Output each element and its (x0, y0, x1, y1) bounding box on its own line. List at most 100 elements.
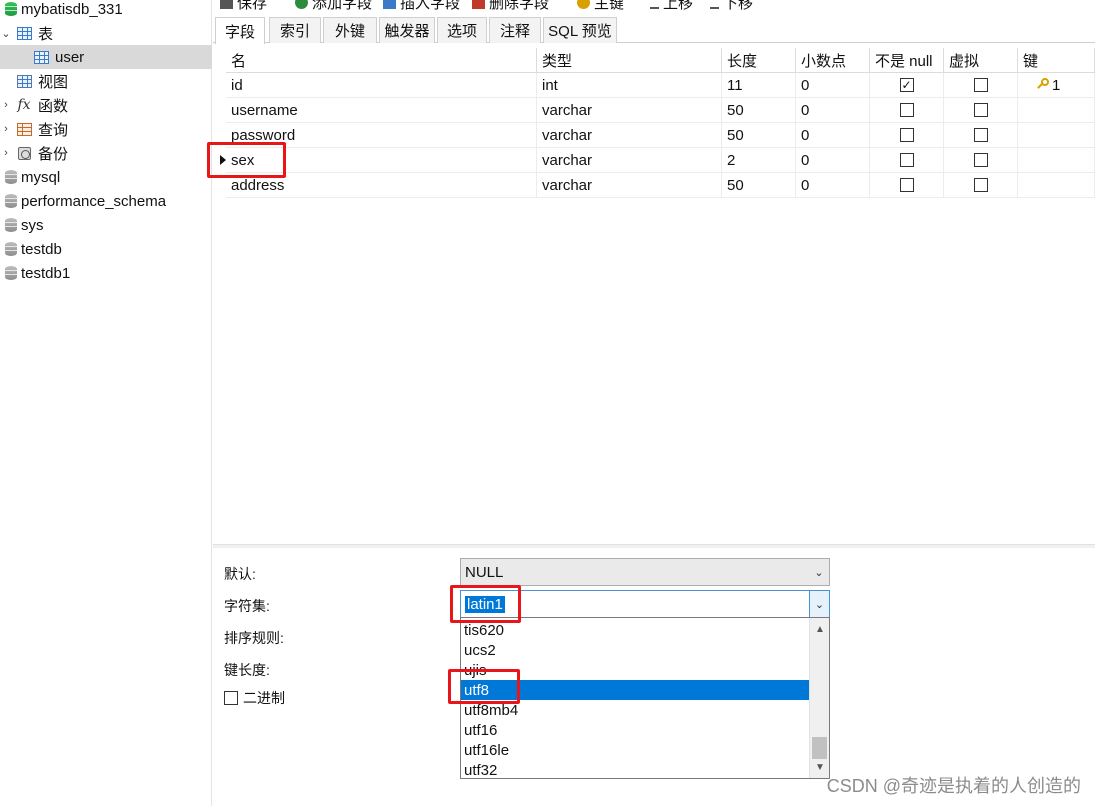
tab-fields[interactable]: 字段 (215, 17, 265, 44)
tree-item-testdb[interactable]: testdb (0, 237, 212, 261)
chevron-down-icon[interactable]: ⌄ (809, 591, 829, 617)
cell-decimals[interactable]: 0 (796, 148, 870, 173)
virtual-checkbox[interactable] (973, 178, 988, 192)
default-combobox[interactable]: NULL ⌄ (460, 558, 830, 586)
move-up-button[interactable]: 上移 (650, 0, 693, 12)
column-header-name[interactable]: 名 (226, 48, 537, 73)
chevron-down-icon[interactable]: ⌄ (0, 27, 12, 40)
chevron-down-icon[interactable]: ⌄ (809, 559, 829, 585)
delete-field-button[interactable]: 删除字段 (472, 0, 549, 12)
column-header-type[interactable]: 类型 (537, 48, 722, 73)
cell-not-null[interactable] (870, 148, 944, 173)
cell-virtual[interactable] (944, 148, 1018, 173)
chevron-right-icon[interactable]: › (0, 123, 12, 135)
tab-foreign-keys[interactable]: 外键 (323, 17, 377, 43)
tree-item-testdb1[interactable]: testdb1 (0, 261, 212, 285)
cell-type[interactable]: varchar (537, 148, 722, 173)
cell-decimals[interactable]: 0 (796, 98, 870, 123)
tab-indexes[interactable]: 索引 (269, 17, 321, 43)
virtual-checkbox[interactable] (973, 78, 988, 92)
cell-not-null[interactable] (870, 173, 944, 198)
tab-sql-preview[interactable]: SQL 预览 (543, 17, 617, 43)
column-header-length[interactable]: 长度 (722, 48, 796, 73)
tree-item-mysql[interactable]: mysql (0, 165, 212, 189)
column-header-key[interactable]: 键 (1018, 48, 1095, 73)
scroll-up-icon[interactable]: ▲ (810, 620, 829, 638)
binary-checkbox[interactable] (224, 691, 238, 705)
virtual-checkbox[interactable] (973, 103, 988, 117)
cell-decimals[interactable]: 0 (796, 123, 870, 148)
scroll-thumb[interactable] (812, 737, 827, 759)
chevron-right-icon[interactable]: › (0, 99, 12, 111)
cell-length[interactable]: 50 (722, 173, 796, 198)
cell-type[interactable]: varchar (537, 123, 722, 148)
tree-item-label: 视图 (38, 73, 69, 91)
cell-type[interactable]: varchar (537, 173, 722, 198)
cell-length[interactable]: 11 (722, 73, 796, 98)
binary-option[interactable]: 二进制 (224, 688, 285, 708)
not-null-checkbox[interactable] (899, 103, 914, 117)
tree-item-performance-schema[interactable]: performance_schema (0, 189, 212, 213)
cell-virtual[interactable] (944, 173, 1018, 198)
cell-virtual[interactable] (944, 98, 1018, 123)
charset-option-utf32[interactable]: utf32 (461, 760, 809, 779)
move-up-label: 上移 (663, 0, 694, 12)
tab-comments[interactable]: 注释 (489, 17, 541, 43)
dropdown-scrollbar[interactable]: ▲ ▼ (809, 618, 829, 778)
charset-option-ucs2[interactable]: ucs2 (461, 640, 809, 660)
save-button[interactable]: 保存 (220, 0, 267, 12)
tree-item-sys[interactable]: sys (0, 213, 212, 237)
cell-key[interactable]: 1 (1018, 73, 1095, 98)
tree-item-tables[interactable]: ⌄ 表 (0, 21, 212, 45)
cell-virtual[interactable] (944, 73, 1018, 98)
splitter[interactable] (213, 544, 1095, 548)
tab-triggers[interactable]: 触发器 (379, 17, 435, 43)
not-null-checkbox[interactable] (899, 178, 914, 192)
cell-key[interactable] (1018, 123, 1095, 148)
cell-not-null[interactable] (870, 98, 944, 123)
tab-options[interactable]: 选项 (437, 17, 487, 43)
tree-item-label: sys (21, 216, 44, 234)
cell-length[interactable]: 2 (722, 148, 796, 173)
column-header-virtual[interactable]: 虚拟 (944, 48, 1018, 73)
save-label: 保存 (237, 0, 268, 12)
tree-item-mybatisdb[interactable]: mybatisdb_331 (0, 0, 212, 21)
tree-item-user[interactable]: user (0, 45, 212, 69)
column-header-not-null[interactable]: 不是 null (870, 48, 944, 73)
not-null-checkbox[interactable]: ✓ (899, 78, 914, 92)
tree-item-views[interactable]: 视图 (0, 69, 212, 93)
not-null-checkbox[interactable] (899, 128, 914, 142)
cell-type[interactable]: int (537, 73, 722, 98)
virtual-checkbox[interactable] (973, 128, 988, 142)
cell-type[interactable]: varchar (537, 98, 722, 123)
cell-virtual[interactable] (944, 123, 1018, 148)
move-down-button[interactable]: 下移 (710, 0, 753, 12)
cell-key[interactable] (1018, 148, 1095, 173)
cell-name[interactable]: id (226, 73, 537, 98)
tree-item-functions[interactable]: › fx 函数 (0, 93, 212, 117)
not-null-checkbox[interactable] (899, 153, 914, 167)
cell-name[interactable]: username (226, 98, 537, 123)
tree-item-queries[interactable]: › 查询 (0, 117, 212, 141)
annotation-box-sex-row (207, 142, 286, 178)
cell-decimals[interactable]: 0 (796, 173, 870, 198)
cell-length[interactable]: 50 (722, 98, 796, 123)
tree-item-label: user (55, 48, 85, 66)
charset-option-tis620[interactable]: tis620 (461, 620, 809, 640)
charset-option-utf16le[interactable]: utf16le (461, 740, 809, 760)
tree-item-backups[interactable]: › 备份 (0, 141, 212, 165)
cell-not-null[interactable]: ✓ (870, 73, 944, 98)
cell-key[interactable] (1018, 173, 1095, 198)
cell-length[interactable]: 50 (722, 123, 796, 148)
cell-not-null[interactable] (870, 123, 944, 148)
insert-field-button[interactable]: 插入字段 (383, 0, 460, 12)
cell-key[interactable] (1018, 98, 1095, 123)
virtual-checkbox[interactable] (973, 153, 988, 167)
chevron-right-icon[interactable]: › (0, 147, 12, 159)
charset-option-utf16[interactable]: utf16 (461, 720, 809, 740)
cell-decimals[interactable]: 0 (796, 73, 870, 98)
watermark: CSDN @奇迹是执着的人创造的 (826, 776, 1081, 796)
primary-key-button[interactable]: 主键 (577, 0, 624, 12)
add-field-button[interactable]: 添加字段 (295, 0, 372, 12)
column-header-decimals[interactable]: 小数点 (796, 48, 870, 73)
